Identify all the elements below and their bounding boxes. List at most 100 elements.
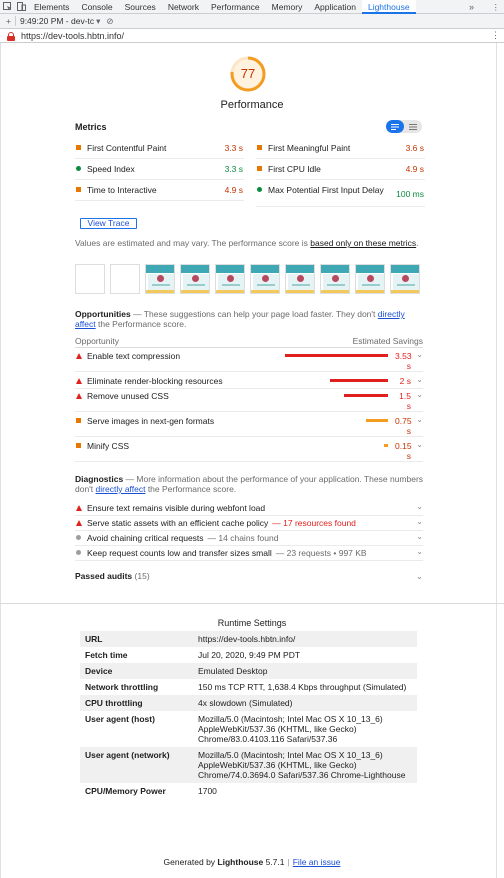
savings-bar <box>366 419 388 422</box>
footer-separator: | <box>287 857 290 867</box>
report-menu-icon[interactable]: ⋮ <box>491 30 500 41</box>
diagnostics-title: Diagnostics <box>75 474 124 484</box>
tab-sources[interactable]: Sources <box>119 0 162 14</box>
runtime-key: Network throttling <box>85 682 159 692</box>
disclaimer-text: Values are estimated and may vary. The p… <box>75 238 311 248</box>
metric-row: First Meaningful Paint 3.6 s <box>256 139 425 159</box>
runtime-value: 1700 <box>198 786 217 796</box>
runtime-key: User agent (network) <box>85 750 170 760</box>
savings-number: 3.53 <box>395 351 412 361</box>
tab-memory[interactable]: Memory <box>266 0 309 14</box>
diagnostic-row[interactable]: Serve static assets with an efficient ca… <box>75 517 423 531</box>
average-square-icon <box>76 187 81 192</box>
file-issue-link[interactable]: File an issue <box>293 857 341 867</box>
metrics-view-toggle[interactable] <box>386 120 422 133</box>
view-trace-button[interactable]: View Trace <box>80 218 137 229</box>
filmstrip-frame-blank <box>110 264 140 294</box>
diagnostic-row[interactable]: Ensure text remains visible during webfo… <box>75 502 423 516</box>
pass-dot-icon <box>257 187 262 192</box>
performance-gauge[interactable]: 77 <box>229 55 267 93</box>
chevron-down-icon: ⌄ <box>416 517 423 526</box>
clear-icon[interactable]: ⊘ <box>106 16 113 27</box>
metric-row: Time to Interactive 4.9 s <box>75 181 244 201</box>
new-report-icon[interactable]: + <box>6 16 11 26</box>
pass-dot-icon <box>76 166 81 171</box>
runtime-key: CPU throttling <box>85 698 143 708</box>
runtime-key: Device <box>85 666 113 676</box>
filmstrip <box>75 264 425 294</box>
gauge-title: Performance <box>220 99 284 111</box>
passed-audits-count: (15) <box>134 571 150 581</box>
more-tabs-icon[interactable]: » <box>469 0 474 14</box>
chevron-down-icon: ⌄ <box>416 415 423 424</box>
devtools-menu-icon[interactable]: ⋮ <box>492 0 501 14</box>
fail-triangle-icon <box>76 505 82 511</box>
lock-icon <box>7 31 15 41</box>
tab-elements[interactable]: Elements <box>28 0 75 14</box>
savings-bar <box>344 394 388 397</box>
filmstrip-frame <box>390 264 420 294</box>
runtime-settings-title: Runtime Settings <box>217 618 287 628</box>
chevron-down-icon[interactable]: ▾ <box>96 16 100 27</box>
metric-value: 3.3 s <box>224 164 243 174</box>
fail-triangle-icon <box>76 353 82 359</box>
metric-value: 4.9 s <box>224 185 243 195</box>
diagnostic-detail: — 23 requests • 997 KB <box>275 548 367 558</box>
runtime-row: URL https://dev-tools.hbtn.info/ <box>80 631 417 647</box>
table-view-icon[interactable] <box>404 120 422 133</box>
filmstrip-frame-blank <box>75 264 105 294</box>
tab-performance[interactable]: Performance <box>205 0 266 14</box>
metric-row: First Contentful Paint 3.3 s <box>75 139 244 159</box>
info-dot-icon <box>76 535 81 540</box>
chevron-down-icon: ⌄ <box>416 375 423 384</box>
chevron-down-icon: ⌄ <box>416 502 423 511</box>
average-square-icon <box>76 443 81 448</box>
diagnostic-row[interactable]: Avoid chaining critical requests — 14 cha… <box>75 532 423 546</box>
scrollbar[interactable] <box>496 43 504 878</box>
opportunity-row[interactable]: Eliminate render-blocking resources 2 s ⌄ <box>75 375 423 389</box>
passed-audits-row[interactable]: Passed audits (15) ⌄ <box>75 571 423 581</box>
runtime-value: Jul 20, 2020, 9:49 PM PDT <box>198 650 301 660</box>
passed-audits-label: Passed audits <box>75 571 133 581</box>
tab-network[interactable]: Network <box>162 0 205 14</box>
report-select[interactable]: 9:49:20 PM - dev-tc <box>20 16 94 26</box>
devtools-tab-bar: Elements Console Sources Network Perform… <box>0 0 504 14</box>
report-url: https://dev-tools.hbtn.info/ <box>21 30 125 41</box>
runtime-value: Emulated Desktop <box>198 666 268 676</box>
diagnostic-detail: — 14 chains found <box>207 533 279 543</box>
metric-value: 4.9 s <box>405 164 424 174</box>
report-footer: Generated by Lighthouse 5.7.1 | File an is… <box>0 857 504 867</box>
list-view-icon[interactable] <box>386 120 404 133</box>
runtime-value: 150 ms TCP RTT, 1,638.4 Kbps throughput … <box>198 682 407 692</box>
runtime-key: URL <box>85 634 103 644</box>
tab-lighthouse[interactable]: Lighthouse <box>361 0 416 14</box>
savings-number: 1.5 <box>399 391 411 401</box>
tab-application[interactable]: Application <box>308 0 362 14</box>
section-divider <box>0 603 504 604</box>
footer-prefix: Generated by <box>163 857 218 867</box>
filmstrip-frame <box>355 264 385 294</box>
filmstrip-frame <box>320 264 350 294</box>
inspect-element-icon[interactable] <box>0 0 14 14</box>
opportunity-row[interactable]: Serve images in next-gen formats 0.75 s ⌄ <box>75 415 423 437</box>
average-square-icon <box>76 145 81 150</box>
opportunity-label: Remove unused CSS <box>87 391 169 401</box>
opportunity-row[interactable]: Remove unused CSS 1.5 s ⌄ <box>75 390 423 412</box>
disclaimer-suffix: . <box>416 238 419 248</box>
filmstrip-frame <box>180 264 210 294</box>
tab-console[interactable]: Console <box>75 0 118 14</box>
diagnostic-detail: — 17 resources found <box>272 518 356 528</box>
metric-value: 3.6 s <box>405 143 424 153</box>
footer-version: 5.7.1 <box>263 857 285 867</box>
diagnostics-affect-link[interactable]: directly affect <box>96 484 146 494</box>
opportunity-row[interactable]: Enable text compression 3.53 s ⌄ <box>75 350 423 372</box>
metric-row: First CPU Idle 4.9 s <box>256 160 425 180</box>
chevron-down-icon: ⌄ <box>416 532 423 541</box>
runtime-row: Device Emulated Desktop <box>80 663 417 679</box>
diagnostic-row[interactable]: Keep request counts low and transfer siz… <box>75 547 423 561</box>
fail-triangle-icon <box>76 378 82 384</box>
device-toolbar-icon[interactable] <box>14 0 28 14</box>
opportunity-row[interactable]: Minify CSS 0.15 s ⌄ <box>75 440 423 462</box>
scoring-link[interactable]: based only on these metrics <box>310 238 416 248</box>
runtime-settings-table: URL https://dev-tools.hbtn.info/Fetch tim… <box>80 631 417 799</box>
